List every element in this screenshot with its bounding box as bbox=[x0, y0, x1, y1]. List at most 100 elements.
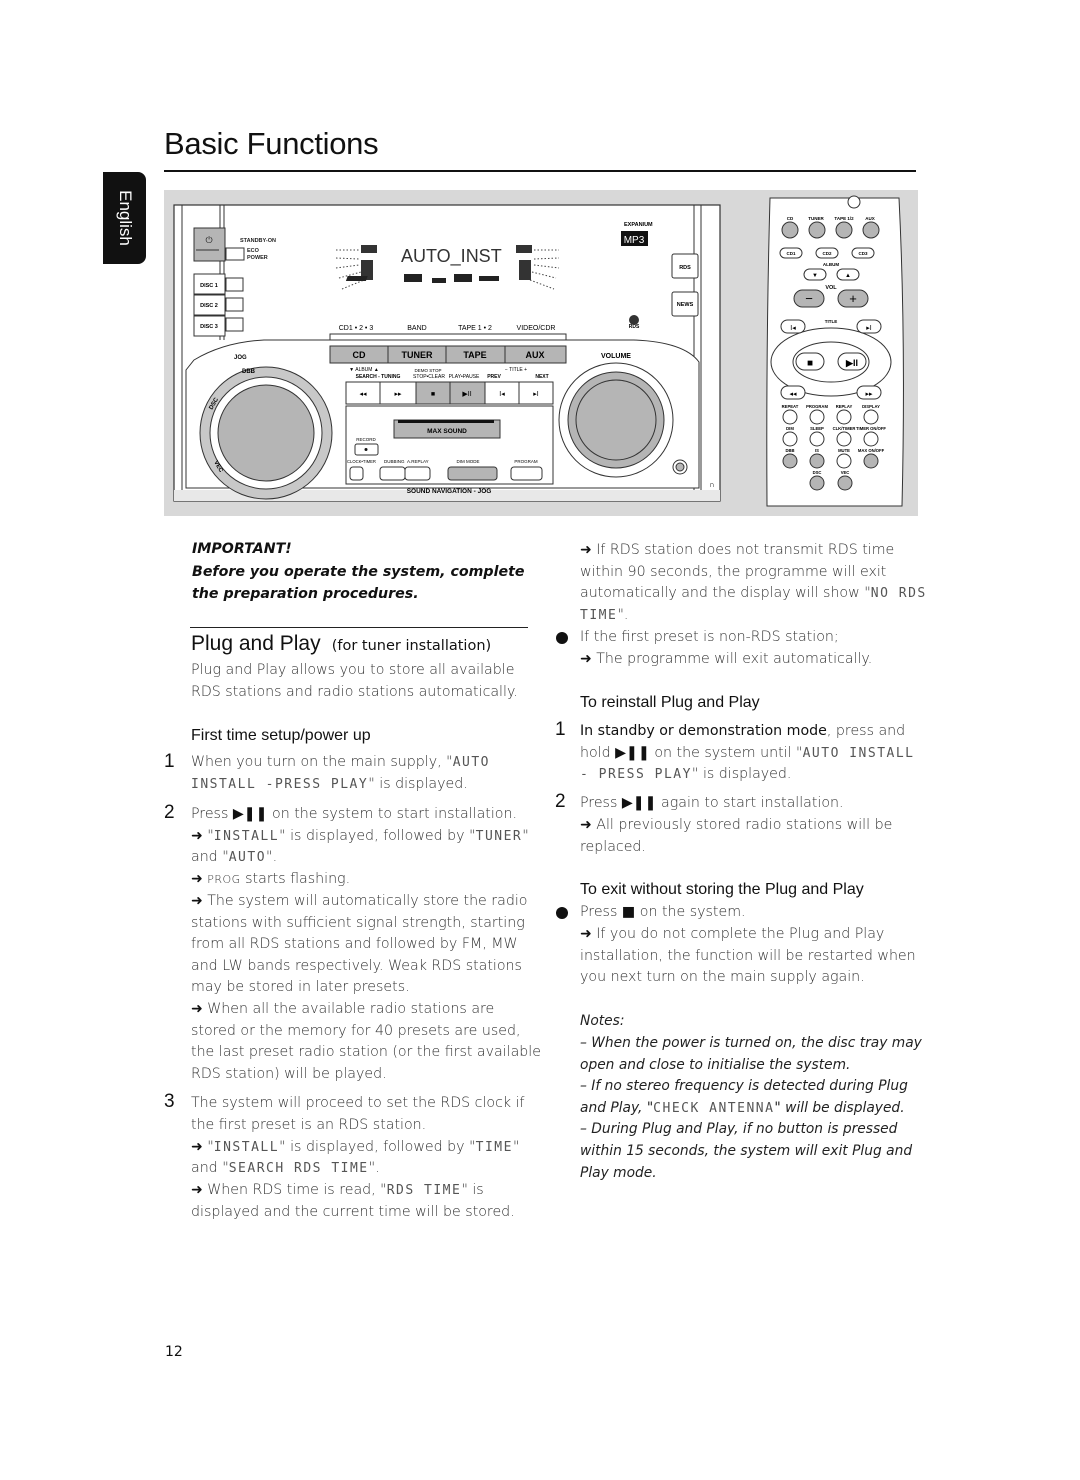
minus-icon: − bbox=[805, 291, 813, 306]
remote-program-button[interactable] bbox=[809, 409, 825, 425]
remote-dsc-button[interactable] bbox=[809, 475, 825, 491]
remote-vec-button[interactable] bbox=[837, 475, 853, 491]
tape-source-button[interactable]: TAPE bbox=[445, 345, 506, 364]
previous-button[interactable]: I◂ bbox=[484, 381, 520, 405]
text: on the system. bbox=[635, 904, 746, 920]
program-button[interactable] bbox=[510, 466, 543, 481]
arrow-icon: ➜ bbox=[191, 1182, 203, 1198]
jog-dial[interactable]: DBB DSC VEC bbox=[199, 366, 333, 500]
play-pause-button[interactable]: ▶II bbox=[449, 381, 486, 405]
reinstall-step-2-number: 2 bbox=[555, 791, 566, 812]
headphone-icon: ∩ bbox=[709, 480, 715, 489]
exit-bullet: Press ■ on the system. bbox=[580, 902, 746, 924]
tuner-source-button[interactable]: TUNER bbox=[387, 345, 447, 364]
lcd-text: RDS TIME bbox=[386, 1183, 462, 1198]
prog-indicator: PROG bbox=[207, 873, 241, 886]
note-line: and Play, "CHECK ANTENNA" will be displa… bbox=[580, 1098, 922, 1120]
cd-source-button[interactable]: CD bbox=[329, 345, 389, 364]
text: ". bbox=[368, 1160, 380, 1176]
remote-tuner-button[interactable] bbox=[808, 221, 826, 239]
remote-sleep-button[interactable] bbox=[809, 431, 825, 447]
text: In standby or demonstration mode bbox=[580, 723, 827, 739]
max-sound-label: MAX SOUND bbox=[427, 428, 467, 435]
remote-clk-timer-button[interactable] bbox=[836, 431, 852, 447]
text: The programme will exit automatically. bbox=[591, 651, 873, 667]
remote-repeat-button[interactable] bbox=[782, 409, 798, 425]
remote-cd-button[interactable] bbox=[781, 221, 799, 239]
text: " is displayed. bbox=[368, 776, 468, 792]
text: from all RDS stations and followed by FM… bbox=[191, 936, 518, 953]
remote-dbb-button[interactable] bbox=[782, 453, 798, 469]
remote-vol-label: VOL bbox=[825, 285, 837, 291]
remote-display-button[interactable] bbox=[863, 409, 879, 425]
clock-timer-button[interactable] bbox=[349, 466, 364, 481]
rds-button[interactable]: RDS bbox=[671, 253, 699, 279]
step-2-number: 2 bbox=[164, 802, 175, 823]
step-1-line-2: INSTALL -PRESS PLAY" is displayed. bbox=[191, 774, 468, 796]
text: " bbox=[202, 1139, 214, 1155]
arrow-icon: ➜ bbox=[191, 1001, 203, 1017]
notes-heading: Notes: bbox=[580, 1013, 625, 1029]
aux-source-button[interactable]: AUX bbox=[504, 345, 567, 364]
news-button-label: NEWS bbox=[677, 302, 694, 308]
remote-dim-button[interactable] bbox=[782, 431, 798, 447]
important-line-2: the preparation procedures. bbox=[192, 586, 419, 602]
text: RDS station) will be played. bbox=[191, 1065, 387, 1082]
remote-next-icon: ▸I bbox=[866, 325, 872, 332]
tape-source-label: TAPE bbox=[463, 350, 486, 360]
next-label: NEXT bbox=[535, 374, 548, 380]
dubbing-label: DUBBING bbox=[384, 459, 405, 464]
volume-knob[interactable] bbox=[558, 362, 674, 478]
dim-mode-button[interactable] bbox=[447, 466, 498, 481]
remote-timer-on-off-button[interactable] bbox=[863, 431, 879, 447]
step-3-line-2: the first preset is an RDS station. bbox=[191, 1117, 427, 1133]
rds-time-continuation: ➜ If RDS station does not transmit RDS t… bbox=[580, 540, 927, 626]
headphone-jack[interactable] bbox=[672, 459, 688, 475]
remote-power-button[interactable] bbox=[847, 195, 861, 209]
album-up-icon: ▲ bbox=[845, 273, 851, 279]
a-replay-button[interactable] bbox=[404, 466, 431, 481]
remote-mute-button[interactable] bbox=[836, 453, 852, 469]
section-heading: Plug and Play (for tuner installation) bbox=[191, 632, 491, 656]
fast-forward-icon: ▸▸ bbox=[394, 391, 402, 398]
note-line: – If no stereo frequency is detected dur… bbox=[580, 1078, 908, 1095]
stop-button[interactable]: ■ bbox=[415, 381, 451, 405]
remote-rewind-icon: ◂◂ bbox=[789, 391, 797, 398]
remote-max-on-off-label: MAX ON/OFF bbox=[858, 448, 885, 453]
remote-is-button[interactable] bbox=[809, 453, 825, 469]
text: you next turn on the main supply again. bbox=[580, 969, 865, 986]
lcd-text: NO RDS bbox=[870, 586, 927, 602]
rewind-button[interactable]: ◂◂ bbox=[345, 381, 381, 405]
remote-aux-button[interactable] bbox=[862, 221, 880, 239]
remote-cd3-label: CD3 bbox=[858, 251, 867, 256]
remote-clk-timer-label: CLK/TIMER bbox=[833, 426, 856, 431]
text: the last preset radio station (or the fi… bbox=[191, 1044, 541, 1061]
remote-replay-label: REPLAY bbox=[836, 404, 853, 409]
next-button[interactable]: ▸I bbox=[518, 381, 554, 405]
remote-tape-button[interactable] bbox=[835, 221, 853, 239]
fast-forward-button[interactable]: ▸▸ bbox=[379, 381, 417, 405]
reinstall-step-1-number: 1 bbox=[555, 719, 566, 740]
remote-mute-label: MUTE bbox=[838, 448, 850, 453]
step-3-line-1: The system will proceed to set the RDS c… bbox=[191, 1095, 525, 1111]
news-button[interactable]: NEWS bbox=[671, 291, 699, 317]
remote-max-on-off-button[interactable] bbox=[863, 453, 879, 469]
remote-replay-button[interactable] bbox=[836, 409, 852, 425]
note-line: Play mode. bbox=[580, 1164, 657, 1181]
lcd-text: INSTALL bbox=[213, 1140, 280, 1155]
expanium-logo: EXPANIUM bbox=[624, 222, 653, 228]
cd-source-label: CD bbox=[353, 350, 366, 360]
text: starts flashing. bbox=[240, 871, 351, 887]
step-2-result-1: ➜ "INSTALL" is displayed, followed by "T… bbox=[191, 826, 529, 848]
standby-button[interactable]: ⏻ bbox=[193, 227, 226, 262]
remote-cd-label: CD bbox=[787, 216, 794, 221]
dubbing-button[interactable] bbox=[379, 466, 406, 481]
record-button[interactable] bbox=[354, 443, 379, 456]
lcd-text: TIME bbox=[580, 607, 618, 623]
note-line: – When the power is turned on, the disc … bbox=[580, 1035, 922, 1051]
eco-power-button[interactable] bbox=[225, 247, 245, 261]
remote-play-pause-icon: ▶II bbox=[845, 358, 858, 368]
text: , press and bbox=[826, 723, 906, 739]
step-2-result-3: ➜ The system will automatically store th… bbox=[191, 891, 527, 999]
plus-icon: + bbox=[849, 291, 857, 306]
